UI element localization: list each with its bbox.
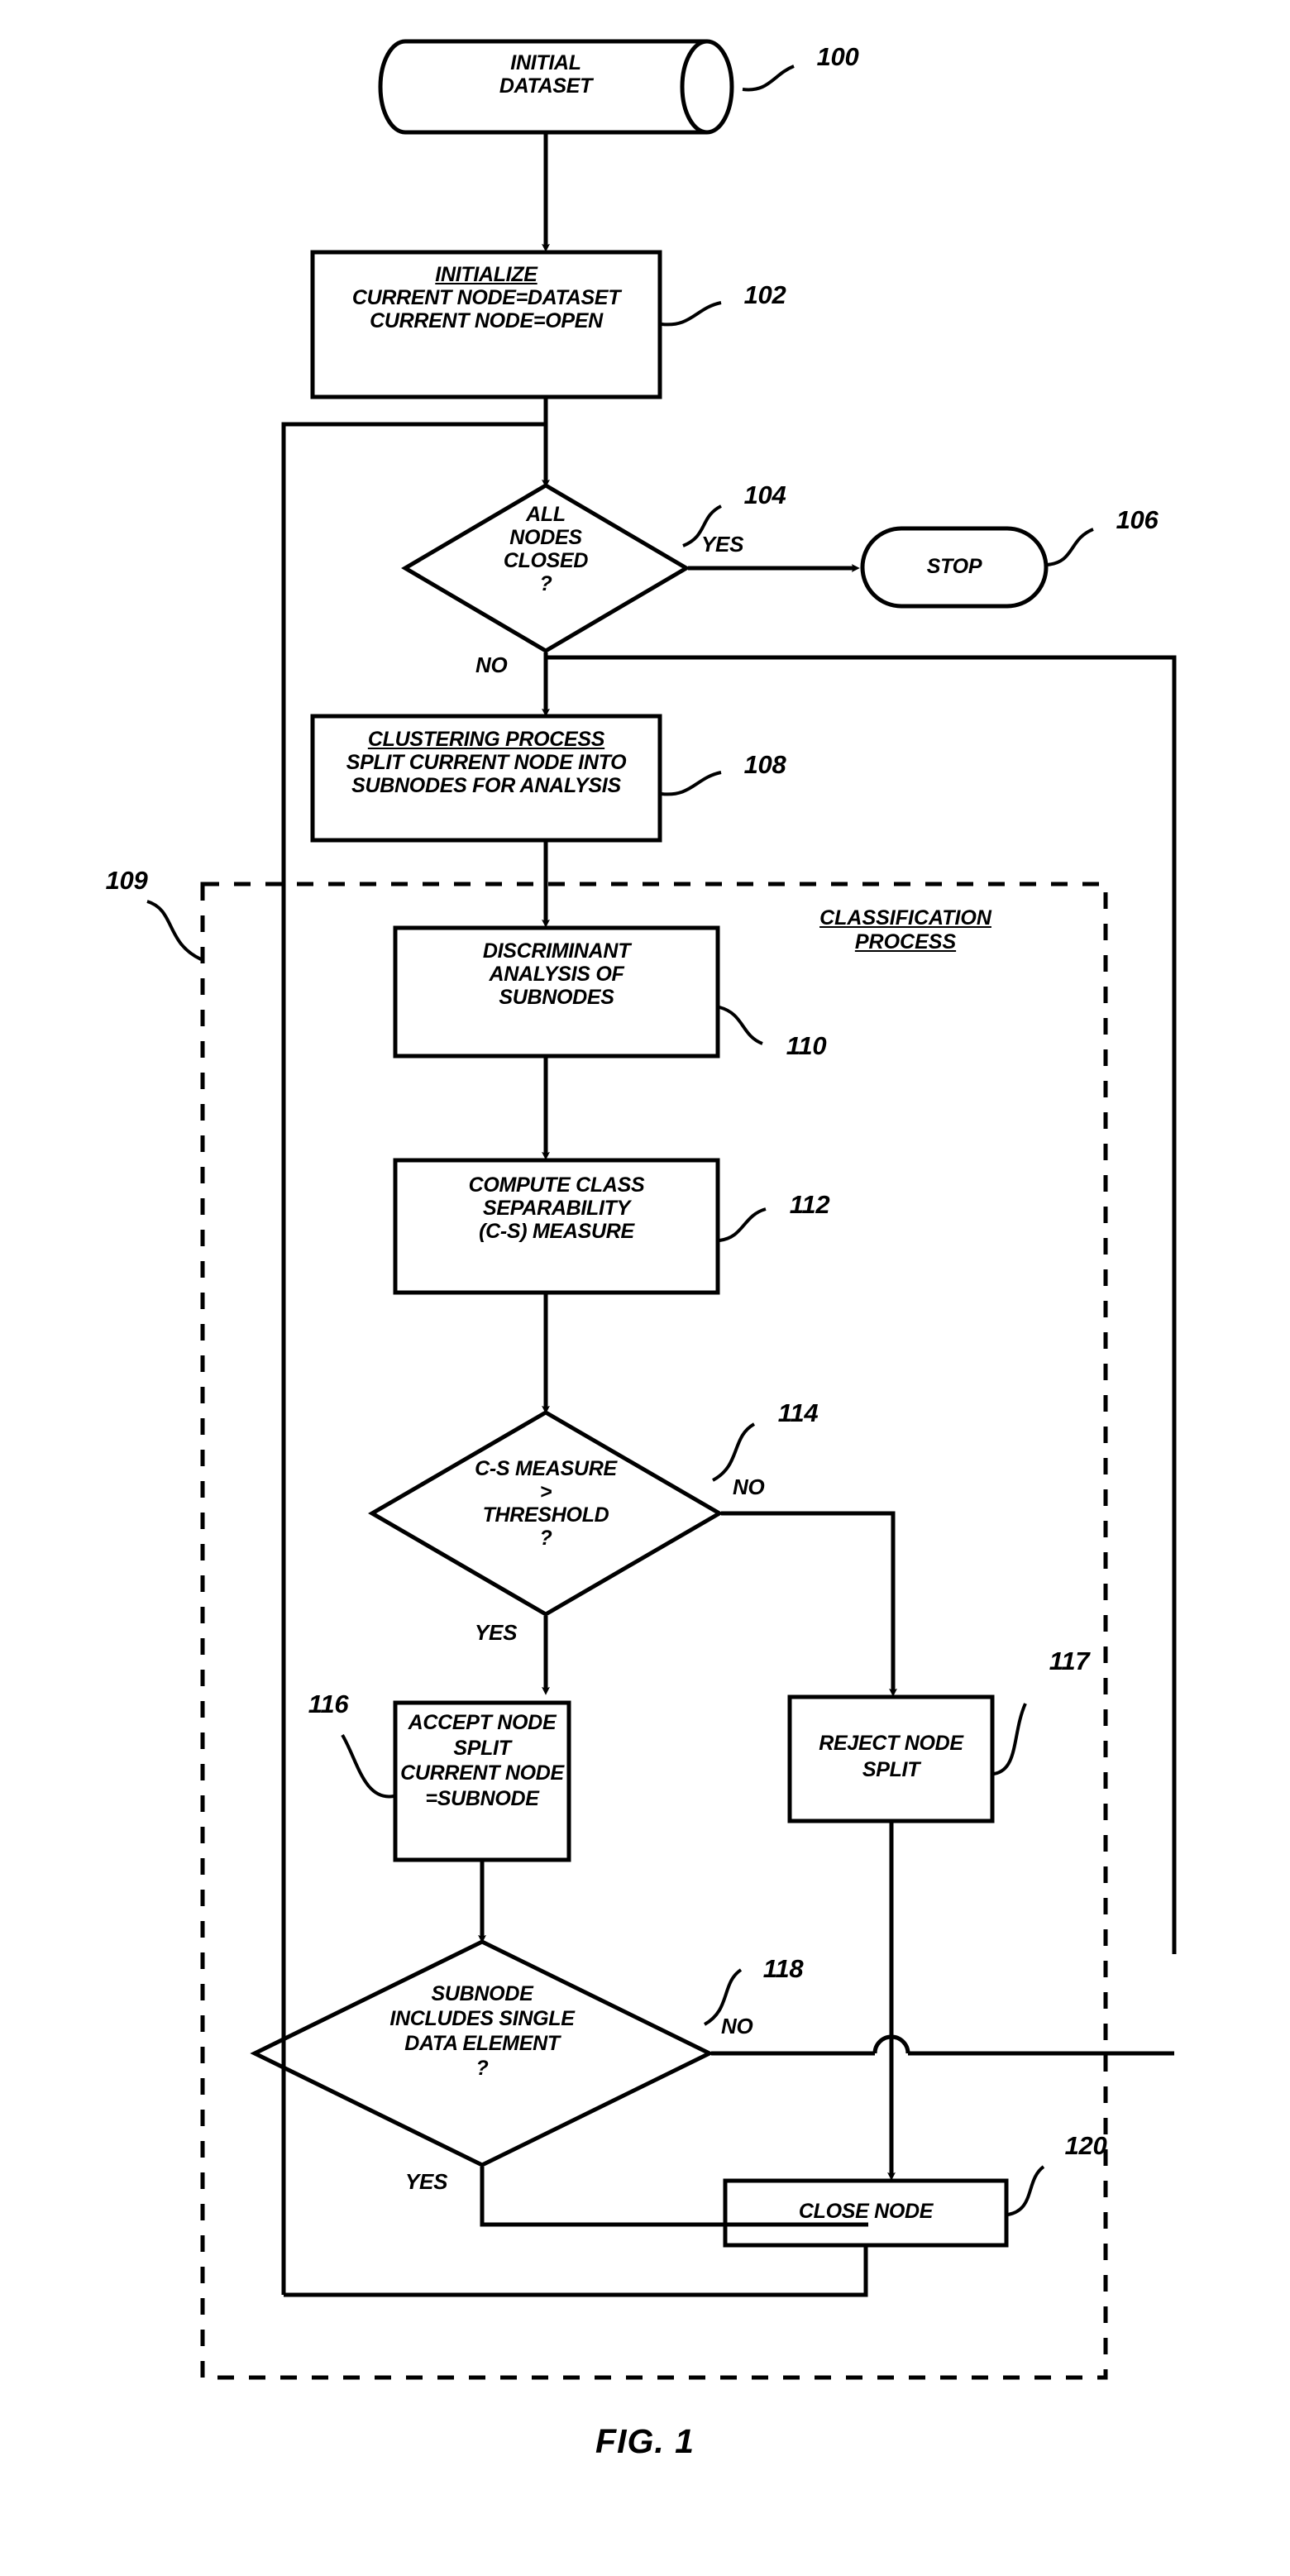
ref-number-112: 112 xyxy=(789,1190,830,1219)
branch-label-118-no: NO xyxy=(721,2014,753,2038)
edge-114-117 xyxy=(721,1511,897,1697)
leader-102 xyxy=(661,301,722,327)
leader-114 xyxy=(712,1422,756,1482)
leader-109 xyxy=(146,900,202,961)
leader-117 xyxy=(993,1703,1027,1775)
ref-number-108: 108 xyxy=(743,750,786,779)
branch-label-118-yes: YES xyxy=(405,2169,448,2194)
leader-112 xyxy=(719,1207,767,1242)
ref-number-117: 117 xyxy=(1049,1646,1090,1675)
leader-100 xyxy=(742,65,795,92)
node-114-label: C-S MEASURE > THRESHOLD ? xyxy=(475,1457,617,1550)
branch-label-104-yes: YES xyxy=(701,532,744,557)
edge-120-loop xyxy=(284,2247,868,2297)
node-120-label: CLOSE NODE xyxy=(798,2200,934,2223)
node-118-label: SUBNODE INCLUDES SINGLE DATA ELEMENT ? xyxy=(389,1982,575,2080)
leader-106 xyxy=(1046,528,1094,566)
node-110-label: DISCRIMINANT ANALYSIS OF SUBNODES xyxy=(482,939,631,1009)
branch-label-114-no: NO xyxy=(733,1474,765,1499)
ref-number-114: 114 xyxy=(777,1398,819,1427)
node-117-label: REJECT NODE SPLIT xyxy=(819,1732,963,1781)
ref-number-102: 102 xyxy=(743,280,786,309)
flowchart-canvas xyxy=(146,39,1177,2380)
node-106-label: STOP xyxy=(926,555,982,578)
leader-110 xyxy=(719,1006,763,1045)
group-109-border xyxy=(200,882,1108,2380)
node-112-label: COMPUTE CLASS SEPARABILITY (C-S) MEASURE xyxy=(468,1173,645,1243)
ref-number-110: 110 xyxy=(786,1031,827,1060)
ref-number-120: 120 xyxy=(1064,2131,1107,2160)
ref-number-116: 116 xyxy=(308,1689,349,1718)
leader-120 xyxy=(1007,2165,1045,2216)
node-102-label: INITIALIZE CURRENT NODE=DATASET CURRENT … xyxy=(351,263,621,332)
node-108-label: CLUSTERING PROCESS SPLIT CURRENT NODE IN… xyxy=(346,728,627,797)
ref-number-118: 118 xyxy=(762,1954,804,1983)
group-109-label: CLASSIFICATION PROCESS xyxy=(819,906,991,953)
node-100-label: INITIAL DATASET xyxy=(499,51,593,98)
branch-label-104-no: NO xyxy=(475,652,508,677)
ref-number-100: 100 xyxy=(816,42,859,71)
leader-116 xyxy=(341,1733,394,1799)
branch-label-114-yes: YES xyxy=(475,1620,518,1645)
node-116-label: ACCEPT NODE SPLIT CURRENT NODE =SUBNODE xyxy=(400,1711,564,1810)
ref-number-109: 109 xyxy=(105,866,148,895)
leader-108 xyxy=(661,771,722,796)
figure-caption: FIG. 1 xyxy=(595,2422,695,2460)
ref-number-104: 104 xyxy=(743,480,786,509)
patent-figure-page: INITIAL DATASET 100 INITIALIZE CURRENT N… xyxy=(0,0,1290,2576)
ref-number-106: 106 xyxy=(1116,505,1159,534)
node-104-label: ALL NODES CLOSED ? xyxy=(503,503,589,595)
